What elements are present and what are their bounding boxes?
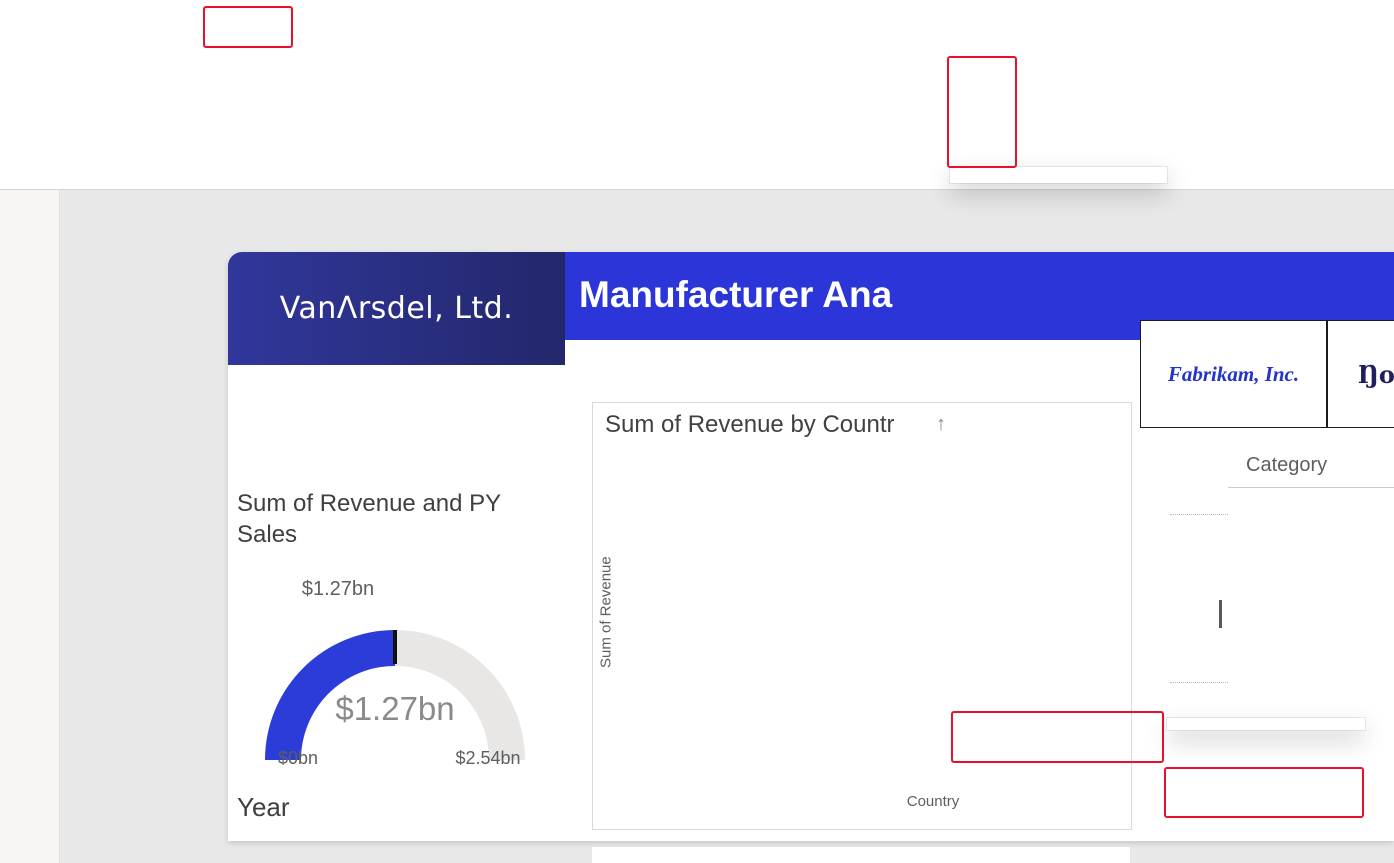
gridline-fragment bbox=[1170, 682, 1228, 683]
gridline-fragment bbox=[1170, 514, 1228, 515]
y-axis-title: Sum of Revenue bbox=[597, 556, 615, 668]
view-switcher-sidebar bbox=[0, 190, 60, 863]
gauge-title: Sum of Revenue and PY Sales bbox=[237, 490, 502, 548]
gauge-visual[interactable]: $1.27bn bbox=[265, 630, 525, 760]
report-logo-text: VanΛrsdel, Ltd. bbox=[279, 291, 514, 326]
category-slicer-divider bbox=[1228, 487, 1394, 488]
bar-chart-title: Sum of Revenue by Countr bbox=[605, 411, 895, 438]
manufacturer-card-fabrikam[interactable]: Fabrikam, Inc. bbox=[1140, 320, 1327, 428]
ribbon-content bbox=[0, 48, 1394, 190]
report-canvas: VanΛrsdel, Ltd. Manufacturer Ana Fabrika… bbox=[60, 190, 1394, 863]
manufacturer-card-label: Ŋod bbox=[1358, 359, 1394, 389]
manufacturer-card-nod[interactable]: Ŋod bbox=[1327, 320, 1394, 428]
partial-visual-below[interactable] bbox=[592, 847, 1130, 863]
scrollbar-thumb[interactable] bbox=[1219, 600, 1222, 628]
gauge-center-value: $1.27bn bbox=[335, 690, 455, 727]
manufacturer-card-label: Fabrikam, Inc. bbox=[1167, 361, 1300, 386]
report-logo-block[interactable]: VanΛrsdel, Ltd. bbox=[228, 252, 565, 365]
x-axis-title: Country bbox=[906, 793, 960, 810]
arrow-up-icon[interactable] bbox=[929, 413, 953, 436]
bar-chart-visual[interactable]: Sum of Revenue by Countr Sum of Revenue … bbox=[592, 402, 1132, 830]
category-slicer[interactable]: Category bbox=[1228, 440, 1394, 494]
gauge-min-label: $0bn bbox=[277, 748, 319, 768]
ribbon-tab-bar bbox=[0, 0, 1394, 48]
gauge-callout-value: $1.27bn bbox=[301, 578, 375, 600]
gauge-target-marker bbox=[393, 630, 397, 664]
year-slicer-title: Year bbox=[237, 792, 290, 822]
navigator-submenu bbox=[1167, 718, 1365, 730]
report-page[interactable]: VanΛrsdel, Ltd. Manufacturer Ana Fabrika… bbox=[228, 252, 1394, 841]
category-slicer-title: Category bbox=[1246, 454, 1328, 476]
buttons-dropdown-menu bbox=[950, 167, 1167, 183]
gauge-max-label: $2.54bn bbox=[455, 748, 521, 768]
